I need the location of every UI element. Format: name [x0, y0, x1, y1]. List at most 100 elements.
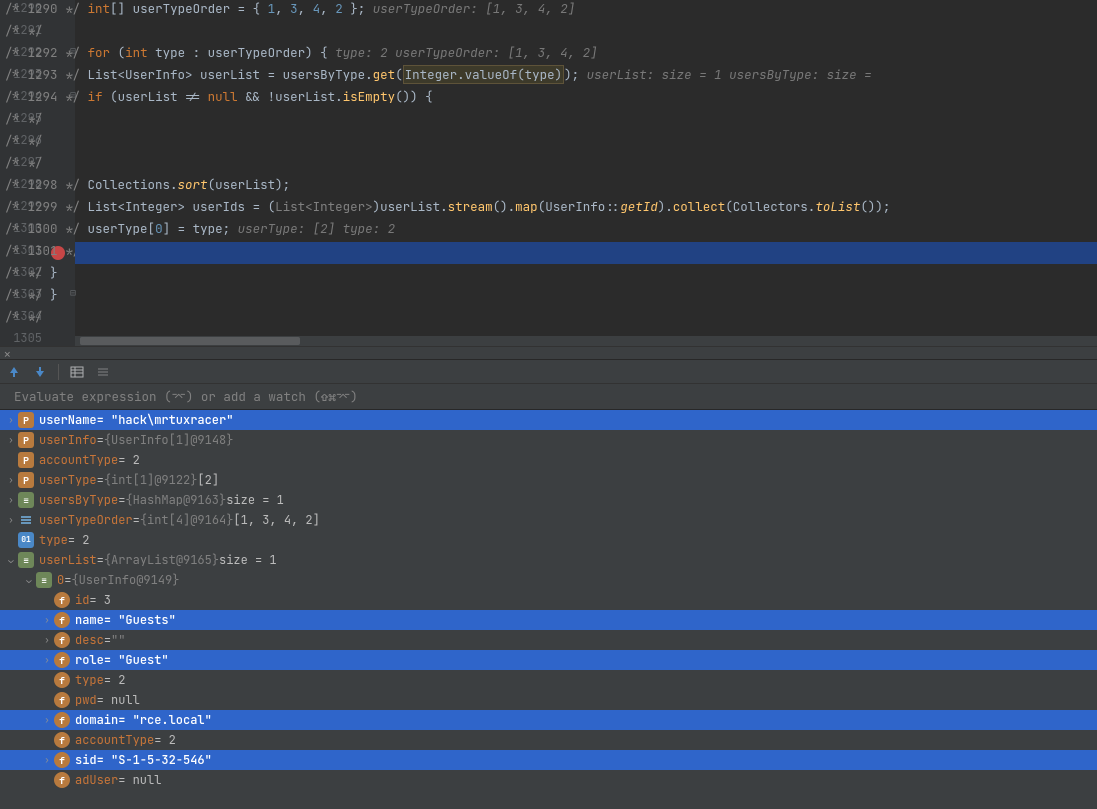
variable-name: 0: [57, 572, 64, 588]
code-line[interactable]: /* 1299 */ List<Integer> userIds = (List…: [75, 198, 890, 215]
expand-icon[interactable]: ›: [4, 474, 18, 486]
code-line[interactable]: /* 1298 */ Collections.sort(userList);: [75, 176, 290, 193]
variable-value: = "Guest": [104, 652, 169, 668]
expand-icon[interactable]: ›: [40, 614, 54, 626]
variable-name: usersByType: [39, 492, 118, 508]
variable-name: accountType: [39, 452, 118, 468]
variable-value: = "rce.local": [118, 712, 212, 728]
variable-row[interactable]: ›PuserInfo = {UserInfo[1]@9148}: [0, 430, 1097, 450]
variable-name: type: [39, 532, 68, 548]
variable-name: role: [75, 652, 104, 668]
variable-row[interactable]: ⌄≡userList = {ArrayList@9165} size = 1: [0, 550, 1097, 570]
variable-value: = "S-1-5-32-546": [97, 752, 212, 768]
variable-type-icon: 01: [18, 532, 34, 548]
expand-icon[interactable]: ›: [4, 434, 18, 446]
expand-icon[interactable]: ›: [4, 414, 18, 426]
variable-detail: {UserInfo@9149}: [71, 572, 179, 588]
variable-detail: "": [111, 632, 125, 648]
expand-icon[interactable]: ⌄: [4, 554, 18, 566]
variable-name: userInfo: [39, 432, 97, 448]
code-line[interactable]: /* 1292 */ for (int type : userTypeOrder…: [75, 44, 598, 61]
variable-name: id: [75, 592, 89, 608]
variable-detail: {int[4]@9164}: [140, 512, 234, 528]
variable-row[interactable]: ftype = 2: [0, 670, 1097, 690]
variable-type-icon: ≡: [18, 492, 34, 508]
variable-name: userTypeOrder: [39, 512, 133, 528]
variable-type-icon: ≡: [36, 572, 52, 588]
variable-row[interactable]: fadUser = null: [0, 770, 1097, 790]
variable-row[interactable]: fid = 3: [0, 590, 1097, 610]
expand-icon[interactable]: ›: [40, 754, 54, 766]
variable-type-icon: f: [54, 672, 70, 688]
variable-row[interactable]: ›frole = "Guest": [0, 650, 1097, 670]
variable-name: desc: [75, 632, 104, 648]
variable-row[interactable]: fpwd = null: [0, 690, 1097, 710]
variable-type-icon: f: [54, 772, 70, 788]
variable-detail: {ArrayList@9165}: [104, 552, 219, 568]
variable-name: domain: [75, 712, 118, 728]
expand-icon[interactable]: ›: [40, 654, 54, 666]
variable-name: accountType: [75, 732, 154, 748]
variable-name: userName: [39, 412, 97, 428]
variables-pane[interactable]: ›PuserName = "hack\mrtuxracer"›PuserInfo…: [0, 410, 1097, 809]
variable-type-icon: P: [18, 412, 34, 428]
variable-row[interactable]: ›PuserType = {int[1]@9122} [2]: [0, 470, 1097, 490]
variable-name: pwd: [75, 692, 97, 708]
list-view-icon[interactable]: [95, 364, 111, 380]
variable-row[interactable]: PaccountType = 2: [0, 450, 1097, 470]
expand-icon[interactable]: ›: [4, 514, 18, 526]
variable-row[interactable]: ›fname = "Guests": [0, 610, 1097, 630]
code-line[interactable]: /* 1293 */ List<UserInfo> userList = use…: [75, 66, 872, 83]
horizontal-scrollbar[interactable]: [75, 336, 1097, 346]
code-line[interactable]: /* 1290 */ int[] userTypeOrder = { 1, 3,…: [75, 0, 575, 17]
fold-icon[interactable]: ⊟: [68, 286, 78, 299]
line-number: 1305: [0, 330, 50, 346]
table-view-icon[interactable]: [69, 364, 85, 380]
variable-type-icon: f: [54, 732, 70, 748]
variable-row[interactable]: faccountType = 2: [0, 730, 1097, 750]
code-line[interactable]: /* 1294 */ if (userList != null && !user…: [75, 88, 433, 105]
variable-row[interactable]: ›fdesc = "": [0, 630, 1097, 650]
close-icon[interactable]: ✕: [4, 348, 11, 362]
step-down-icon[interactable]: [32, 364, 48, 380]
code-editor[interactable]: 129012911292⊟12931294⊟129512961297129812…: [0, 0, 1097, 346]
variable-row[interactable]: ›PuserName = "hack\mrtuxracer": [0, 410, 1097, 430]
expand-icon[interactable]: ⌄: [22, 574, 36, 586]
variable-name: userList: [39, 552, 97, 568]
debug-toolbar: [0, 360, 1097, 384]
variable-type-icon: f: [54, 632, 70, 648]
expand-icon[interactable]: ›: [40, 714, 54, 726]
variable-type-icon: f: [54, 692, 70, 708]
expand-icon[interactable]: ›: [40, 634, 54, 646]
variable-row[interactable]: ›fsid = "S-1-5-32-546": [0, 750, 1097, 770]
variable-detail: {int[1]@9122}: [104, 472, 198, 488]
variable-detail: {UserInfo[1]@9148}: [104, 432, 234, 448]
variable-row[interactable]: ›fdomain = "rce.local": [0, 710, 1097, 730]
variable-row[interactable]: ⌄≡0 = {UserInfo@9149}: [0, 570, 1097, 590]
variable-type-icon: f: [54, 712, 70, 728]
step-up-icon[interactable]: [6, 364, 22, 380]
variable-type-icon: ≡: [18, 552, 34, 568]
code-line[interactable]: /* 1300 */ userType[0] = type; userType:…: [75, 220, 395, 237]
variable-name: userType: [39, 472, 97, 488]
watch-expression-input[interactable]: Evaluate expression (⌤) or add a watch (…: [0, 384, 1097, 410]
variable-value: = "Guests": [104, 612, 176, 628]
variable-type-icon: f: [54, 752, 70, 768]
variable-row[interactable]: ›≡usersByType = {HashMap@9163} size = 1: [0, 490, 1097, 510]
expand-icon[interactable]: ›: [4, 494, 18, 506]
variable-name: type: [75, 672, 104, 688]
variable-type-icon: f: [54, 592, 70, 608]
variable-row[interactable]: 01type = 2: [0, 530, 1097, 550]
variable-type-icon: P: [18, 432, 34, 448]
variable-type-icon: [18, 512, 34, 528]
variable-name: adUser: [75, 772, 118, 788]
variable-row[interactable]: ›userTypeOrder = {int[4]@9164} [1, 3, 4,…: [0, 510, 1097, 530]
pane-divider[interactable]: ✕: [0, 346, 1097, 360]
variable-detail: {HashMap@9163}: [125, 492, 226, 508]
variable-type-icon: P: [18, 472, 34, 488]
variable-type-icon: f: [54, 652, 70, 668]
variable-name: sid: [75, 752, 97, 768]
variable-name: name: [75, 612, 104, 628]
variable-type-icon: P: [18, 452, 34, 468]
variable-value: = "hack\mrtuxracer": [97, 412, 234, 428]
